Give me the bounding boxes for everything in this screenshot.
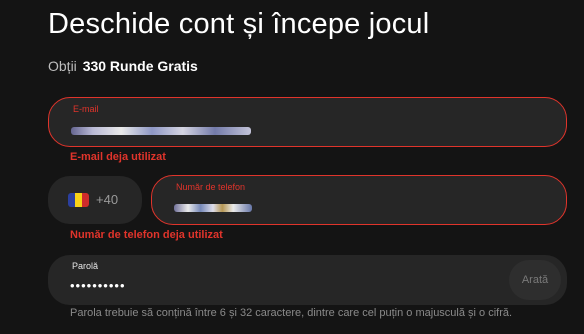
phone-prefix-selector[interactable]: +40 — [48, 176, 142, 224]
bonus-prefix: Obții — [48, 58, 77, 74]
email-value-redacted — [71, 127, 251, 135]
show-password-button[interactable]: Arată — [509, 260, 561, 300]
password-label: Parolă — [72, 261, 99, 271]
password-field[interactable]: Parolă •••••••••• Arată — [48, 255, 567, 305]
password-value: •••••••••• — [70, 278, 126, 293]
signup-form: Deschide cont și începe jocul Obții 330 … — [0, 0, 584, 334]
phone-error: Număr de telefon deja utilizat — [70, 229, 223, 241]
flag-stripe-blue — [68, 193, 75, 207]
email-label: E-mail — [73, 104, 99, 114]
romania-flag-icon — [68, 193, 89, 207]
phone-label: Număr de telefon — [176, 182, 246, 192]
flag-stripe-yellow — [75, 193, 82, 207]
email-field[interactable]: E-mail — [48, 97, 567, 147]
page-title: Deschide cont și începe jocul — [48, 8, 430, 40]
bonus-amount: 330 Runde Gratis — [82, 58, 198, 74]
password-hint: Parola trebuie să conțină între 6 și 32 … — [70, 307, 513, 319]
phone-value-redacted — [174, 204, 252, 212]
phone-prefix-code: +40 — [96, 192, 119, 207]
flag-stripe-red — [82, 193, 89, 207]
email-error: E-mail deja utilizat — [70, 151, 166, 163]
phone-field[interactable]: Număr de telefon — [151, 175, 567, 225]
bonus-subtitle: Obții 330 Runde Gratis — [48, 58, 198, 74]
